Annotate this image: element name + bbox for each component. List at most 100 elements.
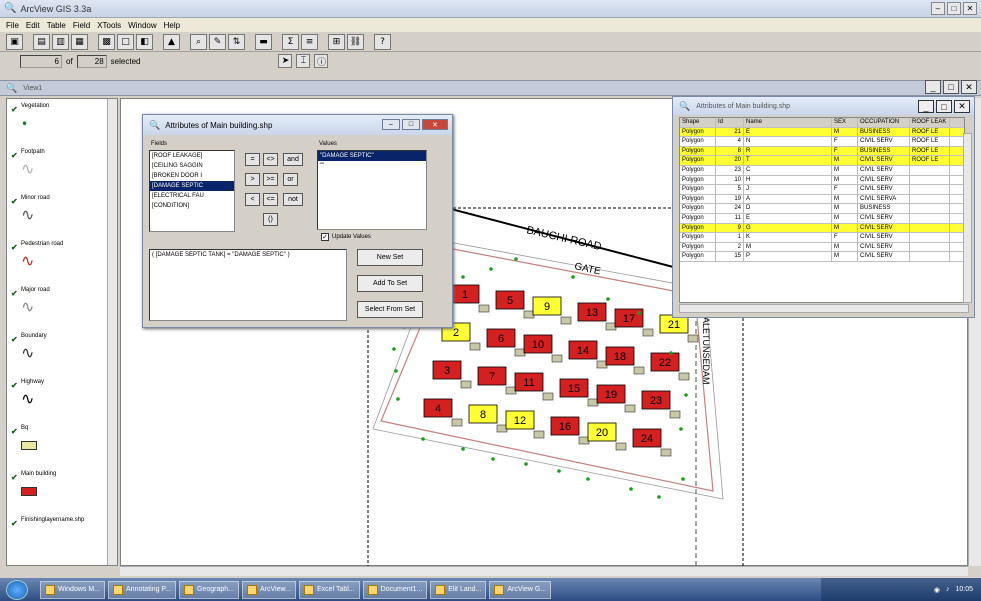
table-row[interactable]: Polygon 11 E M CIVIL SERV xyxy=(680,213,964,224)
value-item[interactable]: "DAMAGE SEPTIC" xyxy=(318,151,426,161)
taskbar-item[interactable]: ArcView G... xyxy=(489,580,552,599)
bq-polygon[interactable] xyxy=(551,354,563,363)
bq-polygon[interactable] xyxy=(678,372,690,381)
menu-xtools[interactable]: XTools xyxy=(97,21,121,30)
table-close-icon[interactable]: ✕ xyxy=(954,100,970,113)
table-row[interactable]: Polygon 24 D M BUSINESS xyxy=(680,204,964,214)
dialog-minimize-icon[interactable]: – xyxy=(382,119,400,130)
table-row[interactable]: Polygon 19 A M CIVIL SERVA xyxy=(680,194,964,205)
select-from-set-button[interactable]: Select From Set xyxy=(357,301,423,318)
chart-icon[interactable]: ▬ xyxy=(255,33,272,50)
bq-polygon[interactable] xyxy=(533,430,545,439)
layer-visibility-checkbox[interactable]: ✔ xyxy=(11,197,18,206)
toc-item[interactable]: ✔ Boundary ∿ xyxy=(7,329,117,375)
operator-button[interactable]: = xyxy=(245,153,260,166)
bq-polygon[interactable] xyxy=(496,424,508,433)
field-item[interactable]: [CONDITION] xyxy=(150,201,234,211)
layer-visibility-checkbox[interactable]: ✔ xyxy=(11,335,18,344)
toc-item[interactable]: ✔ Major road ∿ xyxy=(7,283,117,329)
layer-visibility-checkbox[interactable]: ✔ xyxy=(11,151,18,160)
add-to-set-button[interactable]: Add To Set xyxy=(357,275,423,292)
bq-polygon[interactable] xyxy=(514,348,526,357)
column-header[interactable]: Id xyxy=(716,118,744,127)
operator-button[interactable]: <= xyxy=(263,193,278,206)
toc-item[interactable]: ✔ Main building xyxy=(7,467,117,513)
save-icon[interactable]: ▣ xyxy=(6,33,23,50)
bq-polygon[interactable] xyxy=(460,380,472,389)
bq-polygon[interactable] xyxy=(587,398,599,407)
layer-visibility-checkbox[interactable]: ✔ xyxy=(11,289,18,298)
layer-visibility-checkbox[interactable]: ✔ xyxy=(11,519,18,528)
select-none-icon[interactable]: □ xyxy=(117,33,134,50)
table-row[interactable]: Polygon 20 T M CIVIL SERV ROOF LE xyxy=(680,156,964,166)
table-row[interactable]: Polygon 15 P M CIVIL SERV xyxy=(680,252,964,262)
layer-visibility-checkbox[interactable]: ✔ xyxy=(11,105,18,114)
bq-polygon[interactable] xyxy=(642,328,654,337)
bq-polygon[interactable] xyxy=(578,436,590,445)
select-all-icon[interactable]: ▩ xyxy=(98,33,115,50)
operator-button[interactable]: not xyxy=(283,193,303,206)
bq-polygon[interactable] xyxy=(478,304,490,313)
minimize-icon[interactable]: – xyxy=(931,2,945,15)
operator-button[interactable]: < xyxy=(245,193,260,206)
bq-polygon[interactable] xyxy=(615,442,627,451)
stats-icon[interactable]: ≡ xyxy=(301,33,318,50)
operator-button[interactable]: >= xyxy=(263,173,278,186)
table-row[interactable]: Polygon 21 E M BUSINESS ROOF LE xyxy=(680,127,964,138)
column-header[interactable]: Shape xyxy=(680,118,716,127)
bq-polygon[interactable] xyxy=(542,392,554,401)
menu-field[interactable]: Field xyxy=(73,21,90,30)
taskbar-item[interactable]: Document1... xyxy=(362,580,428,599)
layer-visibility-checkbox[interactable]: ✔ xyxy=(11,427,18,436)
bq-polygon[interactable] xyxy=(451,418,463,427)
bq-polygon[interactable] xyxy=(505,386,517,395)
operator-button[interactable]: <> xyxy=(263,153,278,166)
operator-button[interactable]: or xyxy=(283,173,298,186)
dialog-maximize-icon[interactable]: □ xyxy=(402,119,420,130)
taskbar-item[interactable]: Annotating P... xyxy=(108,580,177,599)
update-values-checkbox[interactable]: ✓ xyxy=(321,233,329,241)
field-item[interactable]: [DAMAGE SEPTIC xyxy=(150,181,234,191)
start-button[interactable] xyxy=(6,580,28,600)
identify-tool-icon[interactable]: ⓘ xyxy=(314,54,329,68)
menu-edit[interactable]: Edit xyxy=(26,21,40,30)
layer-visibility-checkbox[interactable]: ✔ xyxy=(11,473,18,482)
table-icon[interactable]: ▤ xyxy=(33,33,50,50)
join-icon[interactable]: ⊞ xyxy=(328,33,345,50)
view-maximize-icon[interactable]: □ xyxy=(943,80,959,94)
menu-help[interactable]: Help xyxy=(164,21,180,30)
table3-icon[interactable]: ▦ xyxy=(71,33,88,50)
table-horizontal-scrollbar[interactable] xyxy=(679,304,969,313)
operator-button[interactable]: > xyxy=(245,173,260,186)
bq-polygon[interactable] xyxy=(660,448,672,457)
menu-window[interactable]: Window xyxy=(128,21,156,30)
new-set-button[interactable]: New Set xyxy=(357,249,423,266)
promote-icon[interactable]: ▲ xyxy=(163,33,180,50)
bq-polygon[interactable] xyxy=(560,316,572,325)
edit-tool-icon[interactable]: ⌶ xyxy=(296,54,311,68)
operator-button[interactable]: and xyxy=(283,153,303,166)
attribute-grid[interactable]: Shape Id Name SEX OCCUPATION ROOF LEAK Polygon… xyxy=(679,117,965,303)
toc-item[interactable]: ✔ Highway ∿ xyxy=(7,375,117,421)
table-row[interactable]: Polygon 10 H M CIVIL SERV xyxy=(680,175,964,186)
link-icon[interactable]: ⛓ xyxy=(347,33,364,50)
find-icon[interactable]: ⌕ xyxy=(190,33,207,50)
tray-network-icon[interactable]: ◉ xyxy=(934,586,940,594)
toc-item[interactable]: ✔ Vegetation • xyxy=(7,99,117,145)
view-minimize-icon[interactable]: _ xyxy=(925,80,941,94)
table-vertical-scrollbar[interactable] xyxy=(963,133,972,303)
table-row[interactable]: Polygon 4 N F CIVIL SERV ROOF LE xyxy=(680,137,964,147)
layer-visibility-checkbox[interactable]: ✔ xyxy=(11,381,18,390)
toc-item[interactable]: ✔ Bq xyxy=(7,421,117,467)
field-item[interactable]: [ELECTRICAL FAU xyxy=(150,191,234,201)
column-header[interactable]: SEX xyxy=(832,118,858,127)
table-minimize-icon[interactable]: _ xyxy=(918,100,934,113)
taskbar-item[interactable]: Excel Tabl... xyxy=(299,580,360,599)
bq-polygon[interactable] xyxy=(523,310,535,319)
pointer-tool-icon[interactable]: ➤ xyxy=(278,54,293,68)
bq-polygon[interactable] xyxy=(469,342,481,351)
value-item[interactable]: "" xyxy=(318,161,426,171)
table-row[interactable]: Polygon 8 R F BUSINESS ROOF LE xyxy=(680,146,964,157)
toc-item[interactable]: ✔ Finishinglayername.shp xyxy=(7,513,117,537)
summarize-icon[interactable]: Σ xyxy=(282,33,299,50)
